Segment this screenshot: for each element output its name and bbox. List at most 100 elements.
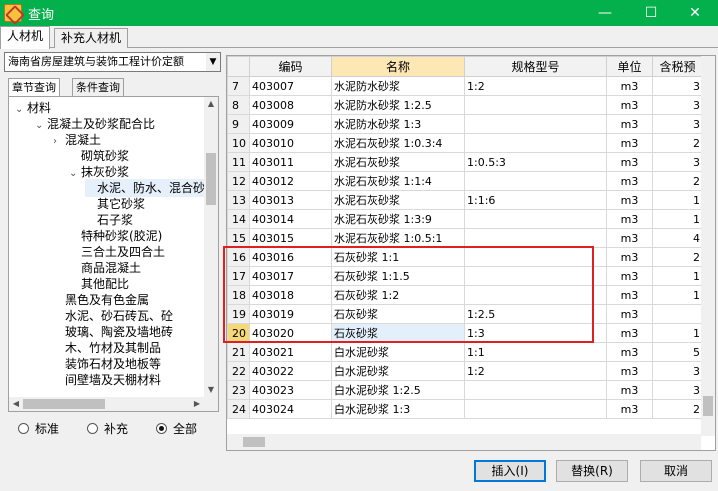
table-row[interactable]: 22 403022 白水泥砂浆 1:2 m3 3: [227, 361, 703, 381]
row-index[interactable]: 15: [227, 228, 250, 248]
unit-cell[interactable]: m3: [606, 190, 653, 210]
spec-cell[interactable]: 1:0.5:3: [464, 152, 607, 172]
unit-cell[interactable]: m3: [606, 76, 653, 96]
code-cell[interactable]: 403022: [249, 361, 332, 381]
radio-supplement[interactable]: [87, 422, 99, 434]
spec-cell[interactable]: 1:2: [464, 361, 607, 381]
close-icon[interactable]: ✕: [672, 0, 718, 26]
col-header-price[interactable]: 含税预: [652, 56, 703, 77]
code-cell[interactable]: 403020: [249, 323, 332, 343]
spec-cell[interactable]: [464, 95, 607, 115]
row-index[interactable]: 24: [227, 399, 250, 419]
code-cell[interactable]: 403011: [249, 152, 332, 172]
spec-cell[interactable]: 1:3: [464, 323, 607, 343]
name-cell[interactable]: 水泥防水砂浆: [331, 76, 465, 96]
tree-toggle-icon[interactable]: ›: [53, 133, 65, 151]
name-cell[interactable]: 水泥石灰砂浆 1:0.5:1: [331, 228, 465, 248]
row-index[interactable]: 9: [227, 114, 250, 134]
tab-chapter-search[interactable]: 章节查询: [8, 78, 60, 96]
name-cell[interactable]: 水泥石灰砂浆 1:1:4: [331, 171, 465, 191]
table-row[interactable]: 20 403020 石灰砂浆 1:3 m3 1: [227, 323, 703, 343]
cancel-button[interactable]: 取消: [640, 460, 712, 482]
name-cell[interactable]: 白水泥砂浆 1:3: [331, 399, 465, 419]
price-cell[interactable]: 3: [652, 95, 703, 115]
table-row[interactable]: 21 403021 白水泥砂浆 1:1 m3 5: [227, 342, 703, 362]
name-cell[interactable]: 石灰砂浆 1:1.5: [331, 266, 465, 286]
scroll-thumb[interactable]: [206, 153, 216, 205]
unit-cell[interactable]: m3: [606, 95, 653, 115]
unit-cell[interactable]: m3: [606, 399, 653, 419]
spec-cell[interactable]: [464, 209, 607, 229]
quota-select[interactable]: 海南省房屋建筑与装饰工程计价定额 ▼: [4, 52, 221, 72]
table-row[interactable]: 11 403011 水泥石灰砂浆 1:0.5:3 m3 3: [227, 152, 703, 172]
row-index[interactable]: 7: [227, 76, 250, 96]
tree-vertical-scrollbar[interactable]: ▲ ▼: [204, 97, 218, 397]
row-index[interactable]: 21: [227, 342, 250, 362]
spec-cell[interactable]: 1:1:6: [464, 190, 607, 210]
spec-cell[interactable]: [464, 247, 607, 267]
name-cell[interactable]: 白水泥砂浆: [331, 342, 465, 362]
table-row[interactable]: 12 403012 水泥石灰砂浆 1:1:4 m3 2: [227, 171, 703, 191]
col-header-code[interactable]: 编码: [249, 56, 332, 77]
unit-cell[interactable]: m3: [606, 266, 653, 286]
tab-supplementary-materials[interactable]: 补充人材机: [54, 28, 129, 48]
unit-cell[interactable]: m3: [606, 171, 653, 191]
replace-button[interactable]: 替换(R): [556, 460, 628, 482]
grid-vertical-scrollbar[interactable]: [701, 56, 715, 436]
code-cell[interactable]: 403017: [249, 266, 332, 286]
unit-cell[interactable]: m3: [606, 285, 653, 305]
code-cell[interactable]: 403009: [249, 114, 332, 134]
code-cell[interactable]: 403012: [249, 171, 332, 191]
unit-cell[interactable]: m3: [606, 304, 653, 324]
name-cell[interactable]: 石灰砂浆: [331, 304, 465, 324]
spec-cell[interactable]: [464, 399, 607, 419]
spec-cell[interactable]: [464, 133, 607, 153]
unit-cell[interactable]: m3: [606, 361, 653, 381]
spec-cell[interactable]: [464, 171, 607, 191]
name-cell[interactable]: 水泥防水砂浆 1:3: [331, 114, 465, 134]
code-cell[interactable]: 403016: [249, 247, 332, 267]
name-cell[interactable]: 水泥石灰砂浆 1:0.3:4: [331, 133, 465, 153]
unit-cell[interactable]: m3: [606, 247, 653, 267]
table-row[interactable]: 16 403016 石灰砂浆 1:1 m3 2: [227, 247, 703, 267]
name-cell[interactable]: 水泥石灰砂浆: [331, 190, 465, 210]
table-row[interactable]: 7 403007 水泥防水砂浆 1:2 m3 3: [227, 76, 703, 96]
name-cell[interactable]: 石灰砂浆: [331, 323, 465, 343]
tree-toggle-icon[interactable]: ⌄: [35, 117, 47, 135]
spec-cell[interactable]: 1:2.5: [464, 304, 607, 324]
table-row[interactable]: 8 403008 水泥防水砂浆 1:2.5 m3 3: [227, 95, 703, 115]
scroll-right-icon[interactable]: ▶: [190, 397, 204, 411]
price-cell[interactable]: 2: [652, 133, 703, 153]
unit-cell[interactable]: m3: [606, 209, 653, 229]
row-index[interactable]: 8: [227, 95, 250, 115]
col-header-name[interactable]: 名称: [331, 56, 465, 77]
unit-cell[interactable]: m3: [606, 380, 653, 400]
code-cell[interactable]: 403015: [249, 228, 332, 248]
scroll-thumb[interactable]: [703, 396, 713, 416]
price-cell[interactable]: 2: [652, 399, 703, 419]
table-row[interactable]: 9 403009 水泥防水砂浆 1:3 m3 3: [227, 114, 703, 134]
col-header-unit[interactable]: 单位: [606, 56, 653, 77]
row-index[interactable]: 20: [227, 323, 250, 343]
scroll-left-icon[interactable]: ◀: [9, 397, 23, 411]
spec-cell[interactable]: [464, 285, 607, 305]
name-cell[interactable]: 水泥防水砂浆 1:2.5: [331, 95, 465, 115]
spec-cell[interactable]: 1:1: [464, 342, 607, 362]
table-row[interactable]: 24 403024 白水泥砂浆 1:3 m3 2: [227, 399, 703, 419]
unit-cell[interactable]: m3: [606, 133, 653, 153]
code-cell[interactable]: 403013: [249, 190, 332, 210]
price-cell[interactable]: 3: [652, 152, 703, 172]
row-index[interactable]: 13: [227, 190, 250, 210]
price-cell[interactable]: 4: [652, 228, 703, 248]
code-cell[interactable]: 403007: [249, 76, 332, 96]
scroll-up-icon[interactable]: ▲: [204, 97, 218, 111]
code-cell[interactable]: 403024: [249, 399, 332, 419]
table-row[interactable]: 23 403023 白水泥砂浆 1:2.5 m3 3: [227, 380, 703, 400]
table-row[interactable]: 17 403017 石灰砂浆 1:1.5 m3 1: [227, 266, 703, 286]
minimize-icon[interactable]: —: [582, 0, 628, 26]
price-cell[interactable]: 1: [652, 190, 703, 210]
unit-cell[interactable]: m3: [606, 342, 653, 362]
tree-item[interactable]: 间壁墙及天棚材料: [53, 371, 161, 389]
row-index[interactable]: 17: [227, 266, 250, 286]
price-cell[interactable]: 2: [652, 247, 703, 267]
